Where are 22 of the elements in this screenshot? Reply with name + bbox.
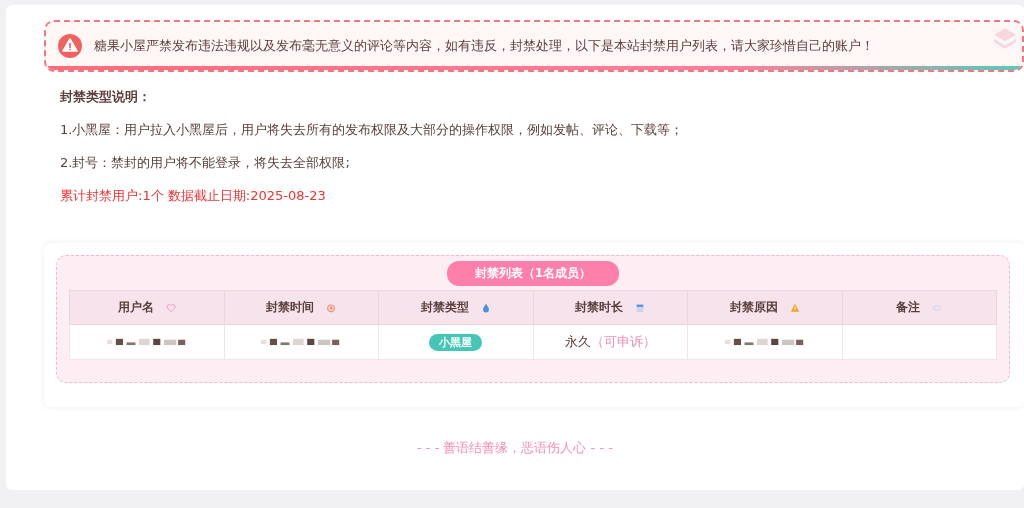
type-tag: 小黑屋 xyxy=(429,333,483,351)
list-title: 封禁列表（1名成员） xyxy=(446,261,620,286)
column-header: 封禁时长 xyxy=(533,290,688,325)
column-header: 封禁原因 xyxy=(687,290,842,325)
column-header: 封禁时间 xyxy=(224,290,379,325)
column-header: 用户名 xyxy=(69,290,224,325)
column-header: 封禁类型 xyxy=(378,290,533,325)
speech-bubble-icon xyxy=(932,302,943,313)
column-header: 备注 xyxy=(842,290,997,325)
summary-text: 累计封禁用户:1个 数据截止日期:2025-08-23 xyxy=(60,187,327,205)
calendar-icon xyxy=(635,302,646,313)
drop-icon xyxy=(480,302,491,313)
description-text: 1.小黑屋：用户拉入小黑屋后，用户将失去所有的发布权限及大部分的操作权限，例如发帖、评论、下载等； xyxy=(60,121,685,139)
warning-icon xyxy=(789,302,800,313)
notice-text: 糖果小屋严禁发布违法违规以及发布毫无意义的评论等内容，如有违反，封禁处理，以下是本站封禁用户列表，请大家珍惜自己的账户！ xyxy=(94,37,874,55)
description-text: 2.封号：禁封的用户将不能登录，将失去全部权限; xyxy=(60,154,351,172)
section-heading: 封禁类型说明： xyxy=(60,88,152,106)
footer-slogan: - - - 善语结善缘，恶语伤人心 - - - xyxy=(416,439,614,457)
heart-icon xyxy=(165,302,176,313)
warning-icon xyxy=(58,34,82,58)
alarm-clock-icon xyxy=(326,302,337,313)
table-cell: 永久（可申诉） xyxy=(564,334,656,349)
